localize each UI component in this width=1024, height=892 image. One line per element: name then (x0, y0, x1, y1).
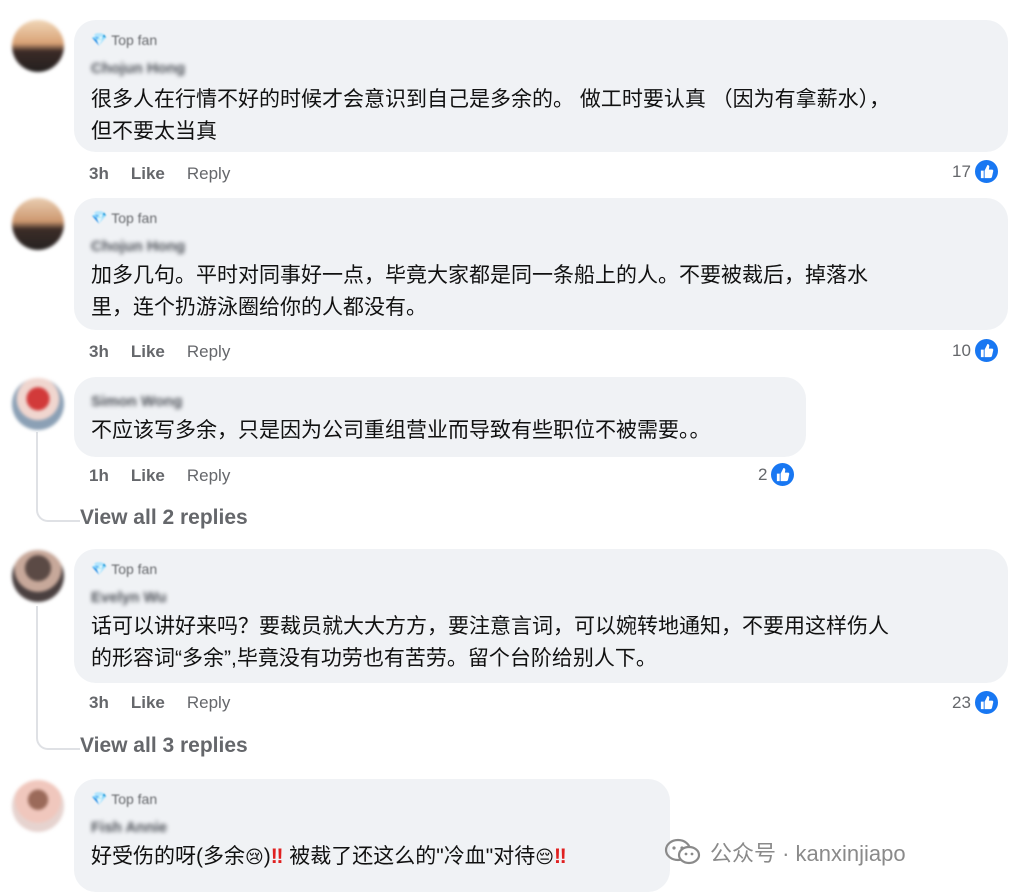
wechat-icon (664, 838, 701, 865)
reply-button[interactable]: Reply (187, 164, 230, 184)
crying-face-icon: 😢 (245, 847, 264, 867)
comment-bubble: 💎 Top fan Chojun Hong 加多几句。平时对同事好一点，毕竟大家都… (74, 198, 1008, 330)
comment-author[interactable]: Chojun Hong (91, 60, 185, 77)
avatar[interactable] (12, 20, 64, 72)
comment-text-segment: ) (263, 845, 271, 868)
diamond-icon: 💎 (91, 561, 108, 576)
diamond-icon: 💎 (91, 210, 108, 225)
reply-button[interactable]: Reply (187, 466, 230, 486)
badge-label: Top fan (111, 561, 158, 577)
avatar[interactable] (12, 378, 64, 430)
view-replies-link[interactable]: View all 3 replies (80, 734, 248, 758)
comment-actions: 3h Like Reply (89, 164, 230, 184)
comment-time[interactable]: 3h (89, 342, 109, 362)
reaction-number: 2 (758, 464, 768, 484)
reaction-number: 10 (952, 340, 971, 360)
thread-line (36, 432, 80, 522)
comment-text-line: 但不要太当真 (91, 120, 217, 143)
view-replies-link[interactable]: View all 2 replies (80, 506, 248, 530)
reaction-count[interactable]: 17 (952, 158, 1000, 185)
avatar[interactable] (12, 780, 64, 832)
comment-time[interactable]: 3h (89, 693, 109, 713)
pensive-face-icon: 😔 (535, 847, 554, 867)
avatar[interactable] (12, 198, 64, 250)
comment-actions: 3h Like Reply (89, 342, 230, 362)
double-exclamation-icon: ‼ (553, 845, 567, 868)
thumbs-up-icon (972, 158, 1000, 185)
comment-author[interactable]: Chojun Hong (91, 238, 185, 255)
diamond-icon: 💎 (91, 32, 108, 47)
like-button[interactable]: Like (131, 164, 165, 184)
like-button[interactable]: Like (131, 693, 165, 713)
badge-label: Top fan (111, 791, 158, 807)
comment-text-line: 里，连个扔游泳圈给你的人都没有。 (91, 296, 427, 319)
comment-text-segment: 好受伤的呀(多余 (91, 845, 245, 868)
comment-author[interactable]: Fish Annie (91, 819, 167, 836)
comment-text-line: 的形容词“多余”,毕竟没有功劳也有苦劳。留个台阶给别人下。 (91, 647, 657, 670)
reaction-number: 23 (952, 692, 971, 712)
comment-actions: 1h Like Reply (89, 466, 230, 486)
reaction-count[interactable]: 2 (758, 461, 797, 488)
comment-author[interactable]: Simon Wong (91, 393, 182, 410)
reply-button[interactable]: Reply (187, 342, 230, 362)
like-button[interactable]: Like (131, 466, 165, 486)
top-fan-badge: 💎 Top fan (91, 210, 157, 226)
comment-time[interactable]: 1h (89, 466, 109, 486)
watermark: 公众号 · kanxinjiapo (664, 836, 906, 868)
like-button[interactable]: Like (131, 342, 165, 362)
badge-label: Top fan (111, 210, 158, 226)
reaction-count[interactable]: 10 (952, 337, 1000, 364)
comment-bubble: Simon Wong 不应该写多余，只是因为公司重组营业而导致有些职位不被需要。… (74, 377, 806, 457)
comment-text-line: 话可以讲好来吗？要裁员就大大方方，要注意言词，可以婉转地通知，不要用这样伤人 (91, 615, 889, 638)
comment-text-line: 很多人在行情不好的时候才会意识到自己是多余的。 做工时要认真 （因为有拿薪水）， (91, 88, 891, 111)
comment-text-segment: 被裁了还这么的"冷血"对待 (283, 845, 536, 868)
avatar[interactable] (12, 550, 64, 602)
comment-text-line: 好受伤的呀(多余😢)‼ 被裁了还这么的"冷血"对待😔‼ (91, 841, 567, 873)
comment-text-line: 不应该写多余，只是因为公司重组营业而导致有些职位不被需要。。 (91, 419, 711, 442)
top-fan-badge: 💎 Top fan (91, 32, 157, 48)
reaction-count[interactable]: 23 (952, 689, 1000, 716)
comment-author[interactable]: Evelyn Wu (91, 589, 167, 606)
diamond-icon: 💎 (91, 791, 108, 806)
comment-text-line: 加多几句。平时对同事好一点，毕竟大家都是同一条船上的人。不要被裁后，掉落水 (91, 264, 868, 287)
comment-actions: 3h Like Reply (89, 693, 230, 713)
top-fan-badge: 💎 Top fan (91, 791, 157, 807)
reaction-number: 17 (952, 161, 971, 181)
top-fan-badge: 💎 Top fan (91, 561, 157, 577)
comment-bubble: 💎 Top fan Evelyn Wu 话可以讲好来吗？要裁员就大大方方，要注意言… (74, 549, 1008, 683)
comment-bubble: 💎 Top fan Chojun Hong 很多人在行情不好的时候才会意识到自己是… (74, 20, 1008, 152)
comment-time[interactable]: 3h (89, 164, 109, 184)
badge-label: Top fan (111, 32, 158, 48)
comment-bubble: 💎 Top fan Fish Annie 好受伤的呀(多余😢)‼ 被裁了还这么的"… (74, 779, 670, 892)
thumbs-up-icon (972, 337, 1000, 364)
thumbs-up-icon (769, 461, 797, 488)
watermark-text: 公众号 · kanxinjiapo (710, 841, 906, 866)
reply-button[interactable]: Reply (187, 693, 230, 713)
thumbs-up-icon (972, 689, 1000, 716)
double-exclamation-icon: ‼ (270, 845, 284, 868)
